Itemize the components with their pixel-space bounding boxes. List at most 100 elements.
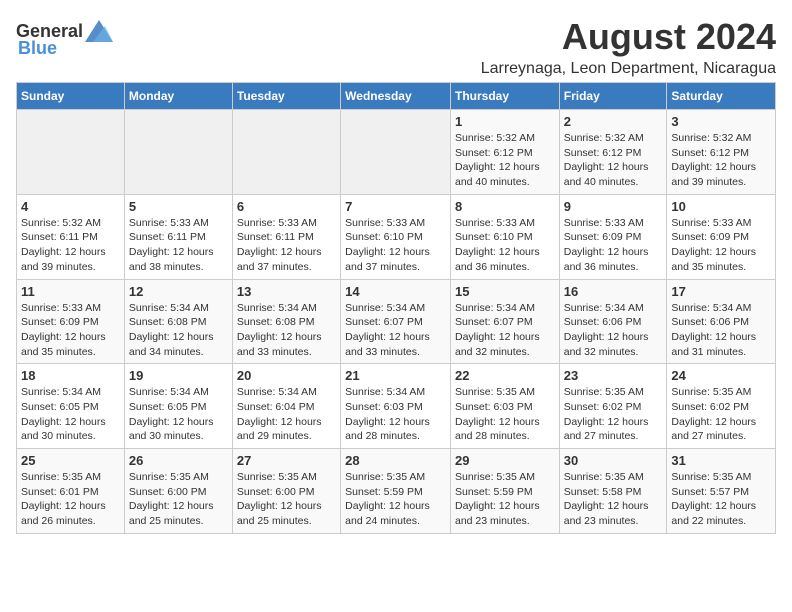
- day-info: Sunrise: 5:33 AM Sunset: 6:10 PM Dayligh…: [345, 216, 446, 275]
- calendar-cell: 7 Sunrise: 5:33 AM Sunset: 6:10 PM Daylig…: [341, 194, 451, 279]
- calendar-week-row: 1Sunrise: 5:32 AM Sunset: 6:12 PM Daylig…: [17, 110, 776, 195]
- calendar-cell: 26Sunrise: 5:35 AM Sunset: 6:00 PM Dayli…: [124, 449, 232, 534]
- day-number: 5: [129, 199, 228, 214]
- calendar-cell: 21 Sunrise: 5:34 AM Sunset: 6:03 PM Dayli…: [341, 364, 451, 449]
- calendar-table: SundayMondayTuesdayWednesdayThursdayFrid…: [16, 82, 776, 534]
- day-number: 29: [455, 453, 555, 468]
- day-header-saturday: Saturday: [667, 83, 776, 110]
- day-info: Sunrise: 5:32 AM Sunset: 6:11 PM Dayligh…: [21, 216, 120, 275]
- calendar-cell: 27 Sunrise: 5:35 AM Sunset: 6:00 PM Dayli…: [232, 449, 340, 534]
- day-number: 14: [345, 284, 446, 299]
- calendar-cell: 16 Sunrise: 5:34 AM Sunset: 6:06 PM Dayli…: [559, 279, 667, 364]
- day-number: 8: [455, 199, 555, 214]
- day-info: Sunrise: 5:33 AM Sunset: 6:09 PM Dayligh…: [671, 216, 771, 275]
- calendar-cell: [124, 110, 232, 195]
- day-number: 25: [21, 453, 120, 468]
- day-number: 19: [129, 368, 228, 383]
- calendar-cell: 23Sunrise: 5:35 AM Sunset: 6:02 PM Dayli…: [559, 364, 667, 449]
- calendar-cell: 15 Sunrise: 5:34 AM Sunset: 6:07 PM Dayli…: [450, 279, 559, 364]
- calendar-cell: 17 Sunrise: 5:34 AM Sunset: 6:06 PM Dayli…: [667, 279, 776, 364]
- day-info: Sunrise: 5:32 AM Sunset: 6:12 PM Dayligh…: [671, 131, 771, 190]
- calendar-cell: 31Sunrise: 5:35 AM Sunset: 5:57 PM Dayli…: [667, 449, 776, 534]
- day-number: 12: [129, 284, 228, 299]
- calendar-week-row: 4 Sunrise: 5:32 AM Sunset: 6:11 PM Daylig…: [17, 194, 776, 279]
- month-title: August 2024: [481, 16, 776, 58]
- calendar-week-row: 11 Sunrise: 5:33 AM Sunset: 6:09 PM Dayli…: [17, 279, 776, 364]
- day-info: Sunrise: 5:34 AM Sunset: 6:05 PM Dayligh…: [21, 385, 120, 444]
- day-number: 20: [237, 368, 336, 383]
- day-number: 30: [564, 453, 663, 468]
- calendar-cell: 22 Sunrise: 5:35 AM Sunset: 6:03 PM Dayli…: [450, 364, 559, 449]
- day-info: Sunrise: 5:35 AM Sunset: 6:01 PM Dayligh…: [21, 470, 120, 529]
- day-number: 13: [237, 284, 336, 299]
- calendar-cell: 2 Sunrise: 5:32 AM Sunset: 6:12 PM Daylig…: [559, 110, 667, 195]
- calendar-cell: 12 Sunrise: 5:34 AM Sunset: 6:08 PM Dayli…: [124, 279, 232, 364]
- calendar-cell: 4 Sunrise: 5:32 AM Sunset: 6:11 PM Daylig…: [17, 194, 125, 279]
- day-info: Sunrise: 5:32 AM Sunset: 6:12 PM Dayligh…: [455, 131, 555, 190]
- day-info: Sunrise: 5:35 AM Sunset: 6:02 PM Dayligh…: [671, 385, 771, 444]
- day-info: Sunrise: 5:34 AM Sunset: 6:05 PM Dayligh…: [129, 385, 228, 444]
- day-number: 9: [564, 199, 663, 214]
- logo: General Blue: [16, 20, 113, 59]
- calendar-cell: 13 Sunrise: 5:34 AM Sunset: 6:08 PM Dayli…: [232, 279, 340, 364]
- day-info: Sunrise: 5:33 AM Sunset: 6:09 PM Dayligh…: [564, 216, 663, 275]
- day-info: Sunrise: 5:33 AM Sunset: 6:09 PM Dayligh…: [21, 301, 120, 360]
- calendar-cell: [17, 110, 125, 195]
- day-number: 28: [345, 453, 446, 468]
- day-info: Sunrise: 5:35 AM Sunset: 5:58 PM Dayligh…: [564, 470, 663, 529]
- calendar-week-row: 25 Sunrise: 5:35 AM Sunset: 6:01 PM Dayli…: [17, 449, 776, 534]
- calendar-cell: 24 Sunrise: 5:35 AM Sunset: 6:02 PM Dayli…: [667, 364, 776, 449]
- day-number: 21: [345, 368, 446, 383]
- day-info: Sunrise: 5:34 AM Sunset: 6:04 PM Dayligh…: [237, 385, 336, 444]
- day-info: Sunrise: 5:33 AM Sunset: 6:11 PM Dayligh…: [237, 216, 336, 275]
- day-info: Sunrise: 5:35 AM Sunset: 6:03 PM Dayligh…: [455, 385, 555, 444]
- day-info: Sunrise: 5:34 AM Sunset: 6:08 PM Dayligh…: [237, 301, 336, 360]
- day-number: 3: [671, 114, 771, 129]
- day-header-wednesday: Wednesday: [341, 83, 451, 110]
- day-info: Sunrise: 5:34 AM Sunset: 6:06 PM Dayligh…: [564, 301, 663, 360]
- day-number: 11: [21, 284, 120, 299]
- day-number: 22: [455, 368, 555, 383]
- day-info: Sunrise: 5:35 AM Sunset: 6:00 PM Dayligh…: [237, 470, 336, 529]
- day-number: 2: [564, 114, 663, 129]
- day-info: Sunrise: 5:35 AM Sunset: 5:59 PM Dayligh…: [455, 470, 555, 529]
- calendar-cell: 25 Sunrise: 5:35 AM Sunset: 6:01 PM Dayli…: [17, 449, 125, 534]
- day-info: Sunrise: 5:33 AM Sunset: 6:10 PM Dayligh…: [455, 216, 555, 275]
- day-number: 16: [564, 284, 663, 299]
- day-number: 17: [671, 284, 771, 299]
- calendar-cell: [232, 110, 340, 195]
- day-info: Sunrise: 5:35 AM Sunset: 5:57 PM Dayligh…: [671, 470, 771, 529]
- day-number: 15: [455, 284, 555, 299]
- calendar-cell: 30 Sunrise: 5:35 AM Sunset: 5:58 PM Dayli…: [559, 449, 667, 534]
- day-number: 23: [564, 368, 663, 383]
- title-area: August 2024 Larreynaga, Leon Department,…: [481, 16, 776, 78]
- day-info: Sunrise: 5:34 AM Sunset: 6:03 PM Dayligh…: [345, 385, 446, 444]
- calendar-cell: 1Sunrise: 5:32 AM Sunset: 6:12 PM Daylig…: [450, 110, 559, 195]
- logo-blue: Blue: [18, 38, 57, 59]
- day-number: 27: [237, 453, 336, 468]
- day-number: 10: [671, 199, 771, 214]
- calendar-header-row: SundayMondayTuesdayWednesdayThursdayFrid…: [17, 83, 776, 110]
- calendar-cell: 29 Sunrise: 5:35 AM Sunset: 5:59 PM Dayli…: [450, 449, 559, 534]
- day-info: Sunrise: 5:34 AM Sunset: 6:07 PM Dayligh…: [345, 301, 446, 360]
- day-header-monday: Monday: [124, 83, 232, 110]
- location-title: Larreynaga, Leon Department, Nicaragua: [481, 60, 776, 78]
- calendar-cell: 19 Sunrise: 5:34 AM Sunset: 6:05 PM Dayli…: [124, 364, 232, 449]
- day-info: Sunrise: 5:32 AM Sunset: 6:12 PM Dayligh…: [564, 131, 663, 190]
- calendar-cell: 9 Sunrise: 5:33 AM Sunset: 6:09 PM Daylig…: [559, 194, 667, 279]
- calendar-cell: 18 Sunrise: 5:34 AM Sunset: 6:05 PM Dayli…: [17, 364, 125, 449]
- day-number: 4: [21, 199, 120, 214]
- day-header-tuesday: Tuesday: [232, 83, 340, 110]
- day-info: Sunrise: 5:35 AM Sunset: 6:00 PM Dayligh…: [129, 470, 228, 529]
- calendar-cell: 14 Sunrise: 5:34 AM Sunset: 6:07 PM Dayli…: [341, 279, 451, 364]
- day-number: 18: [21, 368, 120, 383]
- day-number: 24: [671, 368, 771, 383]
- day-header-friday: Friday: [559, 83, 667, 110]
- day-number: 7: [345, 199, 446, 214]
- logo-icon: [85, 20, 113, 42]
- day-info: Sunrise: 5:34 AM Sunset: 6:06 PM Dayligh…: [671, 301, 771, 360]
- calendar-cell: 8 Sunrise: 5:33 AM Sunset: 6:10 PM Daylig…: [450, 194, 559, 279]
- day-info: Sunrise: 5:34 AM Sunset: 6:08 PM Dayligh…: [129, 301, 228, 360]
- calendar-cell: 3 Sunrise: 5:32 AM Sunset: 6:12 PM Daylig…: [667, 110, 776, 195]
- day-info: Sunrise: 5:34 AM Sunset: 6:07 PM Dayligh…: [455, 301, 555, 360]
